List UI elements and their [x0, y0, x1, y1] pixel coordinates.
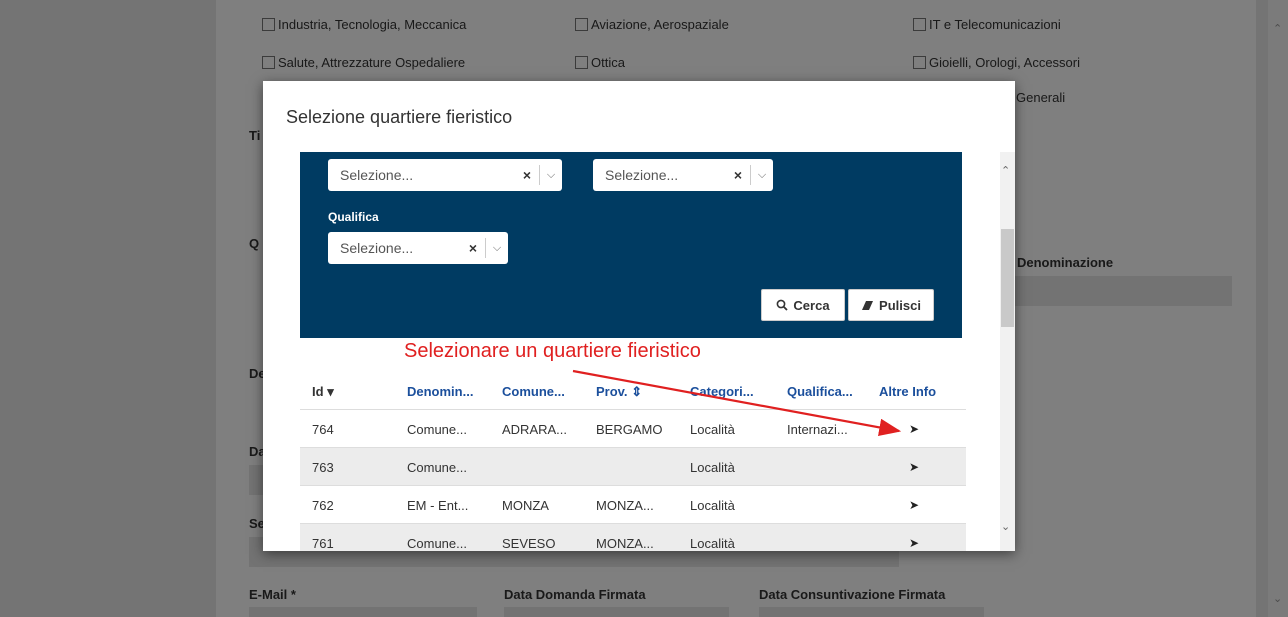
chevron-up-icon[interactable]: ⌃ — [1001, 164, 1010, 177]
chevron-down-icon[interactable]: ⌄ — [1001, 520, 1010, 533]
annotation-arrow — [572, 369, 902, 437]
scrollbar-thumb[interactable] — [1001, 229, 1014, 327]
modal-dialog: Selezione quartiere fieristico Selezione… — [263, 81, 1015, 551]
modal-scrollbar[interactable]: ⌃ ⌄ — [1000, 152, 1015, 551]
